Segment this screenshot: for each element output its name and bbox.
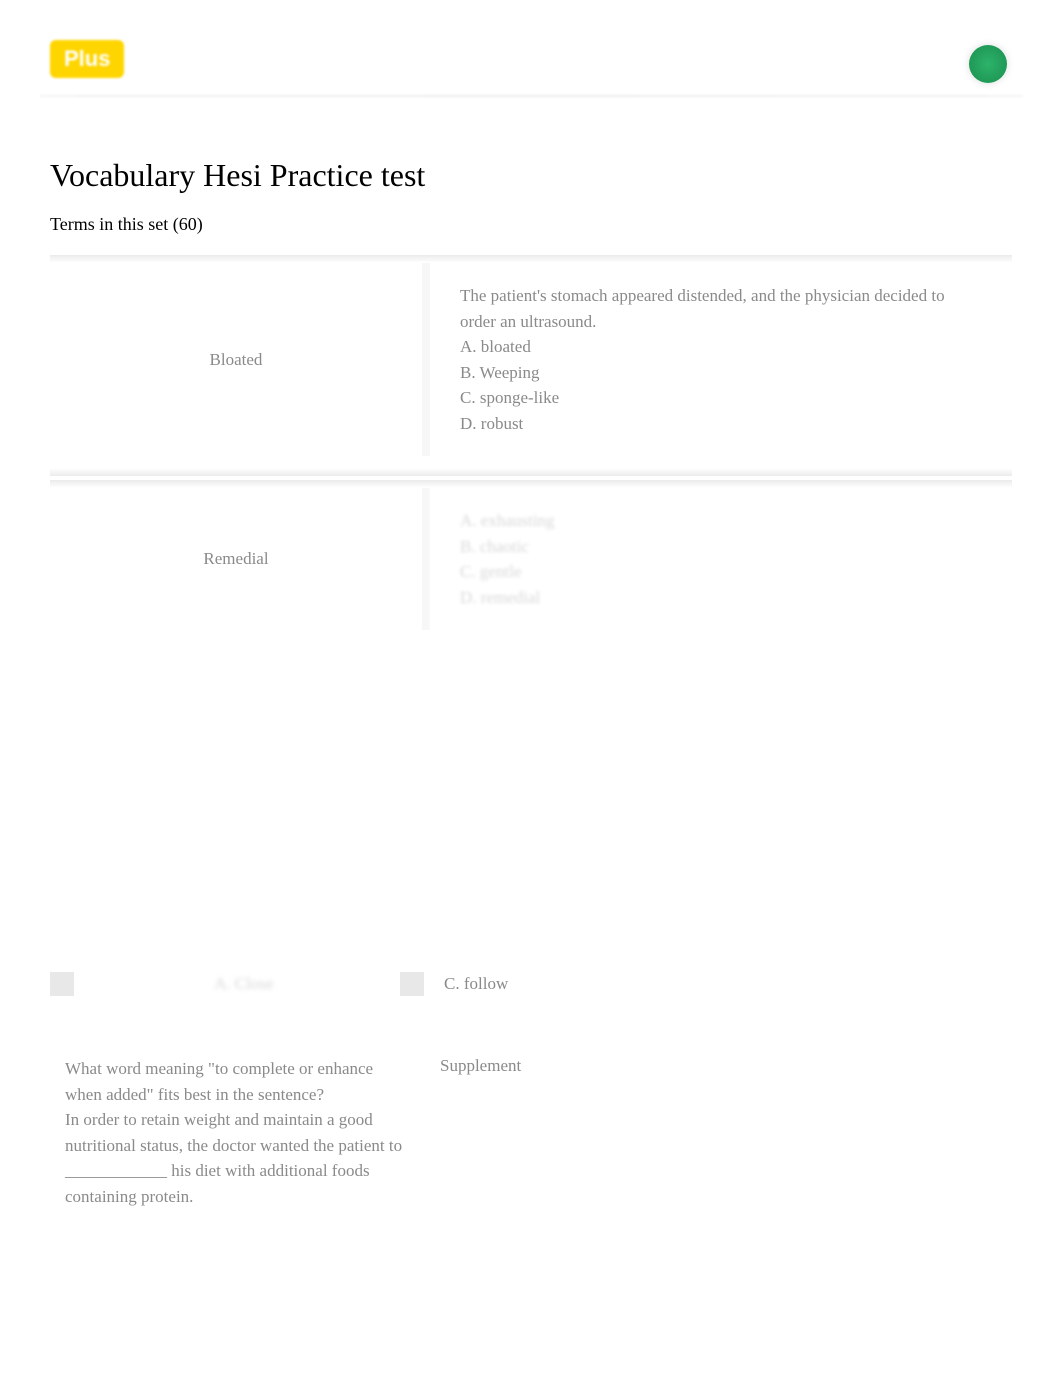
card-shadow xyxy=(50,468,1012,476)
lower-section: A. Close C. follow What word meaning "to… xyxy=(0,972,1062,1209)
supplement-answer-text: Supplement xyxy=(440,1056,521,1075)
option-b: B. Weeping xyxy=(460,360,982,386)
option-d: D. robust xyxy=(460,411,982,437)
card-definition: The patient's stomach appeared distended… xyxy=(430,263,1012,456)
card-definition: A. exhausting B. chaotic C. gentle D. re… xyxy=(430,488,1012,630)
option-c: C. sponge-like xyxy=(460,385,982,411)
option-a: A. bloated xyxy=(460,334,982,360)
option-c: C. gentle xyxy=(460,559,982,585)
follow-right: C. follow xyxy=(390,972,1012,996)
supplement-q1: What word meaning "to complete or enhanc… xyxy=(65,1059,373,1104)
supplement-question: What word meaning "to complete or enhanc… xyxy=(50,1056,430,1209)
plus-logo-badge: Plus xyxy=(50,40,124,78)
term-text: Remedial xyxy=(203,549,268,569)
option-a: A. exhausting xyxy=(460,508,982,534)
placeholder-box xyxy=(400,972,424,996)
card-term: Remedial xyxy=(50,488,430,630)
option-b: B. chaotic xyxy=(460,534,982,560)
spacer xyxy=(0,642,1062,972)
card-shadow xyxy=(50,480,1012,488)
page-title: Vocabulary Hesi Practice test xyxy=(50,157,1012,194)
card-container: Bloated The patient's stomach appeared d… xyxy=(50,255,1012,630)
supplement-q2: In order to retain weight and maintain a… xyxy=(65,1110,402,1206)
card-shadow xyxy=(50,255,1012,263)
supplement-answer: Supplement xyxy=(430,1056,1012,1076)
card-term: Bloated xyxy=(50,263,430,456)
supplement-row: What word meaning "to complete or enhanc… xyxy=(50,1056,1012,1209)
main-content: Vocabulary Hesi Practice test Terms in t… xyxy=(0,97,1062,630)
option-d: D. remedial xyxy=(460,585,982,611)
follow-row: A. Close C. follow xyxy=(50,972,1012,996)
flashcard[interactable]: Remedial A. exhausting B. chaotic C. gen… xyxy=(50,488,1012,630)
placeholder-box xyxy=(50,972,74,996)
follow-answer: C. follow xyxy=(444,974,508,994)
flashcard[interactable]: Bloated The patient's stomach appeared d… xyxy=(50,263,1012,456)
header: Plus xyxy=(0,0,1062,95)
term-text: Bloated xyxy=(210,350,263,370)
subtitle: Terms in this set (60) xyxy=(50,214,1012,235)
definition-intro: The patient's stomach appeared distended… xyxy=(460,283,982,334)
avatar[interactable] xyxy=(969,45,1007,83)
follow-left: A. Close xyxy=(50,972,390,996)
header-divider xyxy=(40,95,1022,97)
follow-left-hidden: A. Close xyxy=(214,974,274,994)
